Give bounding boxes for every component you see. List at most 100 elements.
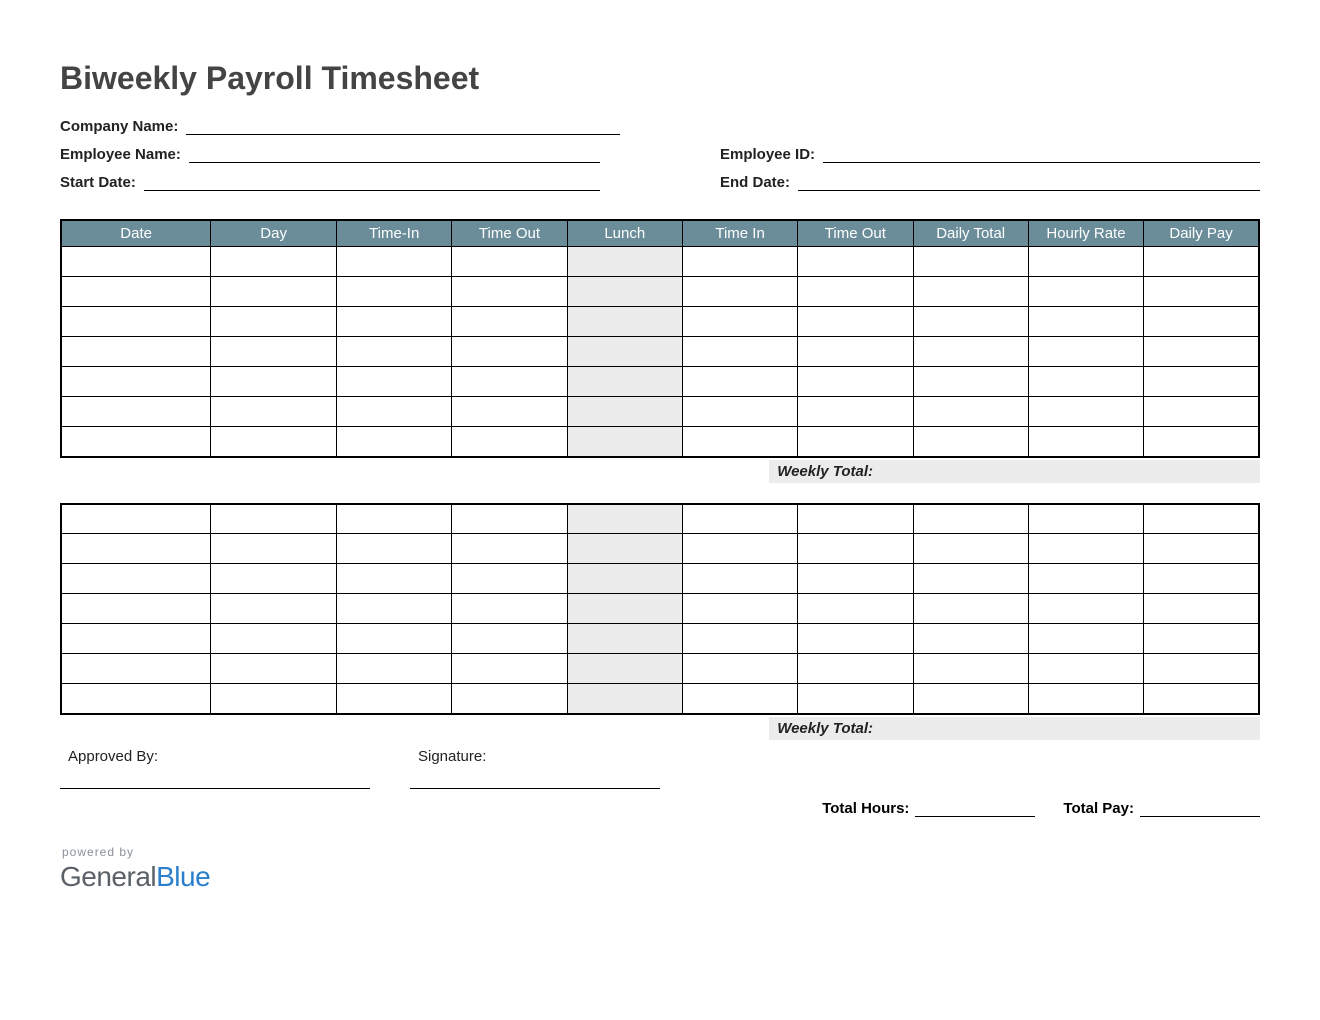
table-cell[interactable] <box>1144 277 1259 307</box>
table-cell[interactable] <box>913 277 1028 307</box>
table-cell[interactable] <box>337 624 452 654</box>
table-cell[interactable] <box>913 307 1028 337</box>
table-cell[interactable] <box>452 367 567 397</box>
table-cell[interactable] <box>337 337 452 367</box>
table-cell[interactable] <box>211 534 337 564</box>
table-cell[interactable] <box>798 247 913 277</box>
table-cell[interactable] <box>452 307 567 337</box>
table-cell[interactable] <box>211 594 337 624</box>
table-cell[interactable] <box>682 624 797 654</box>
table-cell[interactable] <box>1144 397 1259 427</box>
table-cell[interactable] <box>567 247 682 277</box>
table-cell[interactable] <box>913 337 1028 367</box>
table-cell[interactable] <box>913 624 1028 654</box>
table-cell[interactable] <box>567 427 682 457</box>
table-cell[interactable] <box>798 504 913 534</box>
table-cell[interactable] <box>452 337 567 367</box>
table-cell[interactable] <box>337 397 452 427</box>
table-cell[interactable] <box>913 534 1028 564</box>
table-cell[interactable] <box>798 427 913 457</box>
table-cell[interactable] <box>682 534 797 564</box>
table-cell[interactable] <box>567 307 682 337</box>
table-cell[interactable] <box>1144 594 1259 624</box>
total-hours-input[interactable] <box>915 799 1035 817</box>
table-cell[interactable] <box>798 684 913 714</box>
table-cell[interactable] <box>211 654 337 684</box>
table-cell[interactable] <box>682 654 797 684</box>
table-cell[interactable] <box>798 277 913 307</box>
table-cell[interactable] <box>1028 367 1143 397</box>
table-cell[interactable] <box>682 247 797 277</box>
table-cell[interactable] <box>567 534 682 564</box>
table-cell[interactable] <box>682 277 797 307</box>
table-cell[interactable] <box>1028 337 1143 367</box>
table-cell[interactable] <box>913 427 1028 457</box>
table-cell[interactable] <box>913 247 1028 277</box>
table-cell[interactable] <box>682 594 797 624</box>
table-cell[interactable] <box>337 307 452 337</box>
table-cell[interactable] <box>452 277 567 307</box>
table-cell[interactable] <box>913 684 1028 714</box>
table-cell[interactable] <box>337 367 452 397</box>
table-cell[interactable] <box>337 247 452 277</box>
table-cell[interactable] <box>337 504 452 534</box>
table-cell[interactable] <box>337 594 452 624</box>
table-cell[interactable] <box>1028 277 1143 307</box>
table-cell[interactable] <box>682 337 797 367</box>
table-cell[interactable] <box>61 684 211 714</box>
table-cell[interactable] <box>567 654 682 684</box>
table-cell[interactable] <box>337 654 452 684</box>
table-cell[interactable] <box>61 427 211 457</box>
table-cell[interactable] <box>1144 427 1259 457</box>
table-cell[interactable] <box>567 397 682 427</box>
table-cell[interactable] <box>1028 427 1143 457</box>
table-cell[interactable] <box>337 534 452 564</box>
employee-name-input[interactable] <box>189 143 600 163</box>
table-cell[interactable] <box>913 397 1028 427</box>
table-cell[interactable] <box>61 594 211 624</box>
table-cell[interactable] <box>1028 654 1143 684</box>
table-cell[interactable] <box>567 624 682 654</box>
table-cell[interactable] <box>798 337 913 367</box>
table-cell[interactable] <box>61 247 211 277</box>
table-cell[interactable] <box>61 624 211 654</box>
table-cell[interactable] <box>452 684 567 714</box>
table-cell[interactable] <box>1028 504 1143 534</box>
table-cell[interactable] <box>337 427 452 457</box>
table-cell[interactable] <box>1028 594 1143 624</box>
table-cell[interactable] <box>337 277 452 307</box>
table-cell[interactable] <box>567 337 682 367</box>
table-cell[interactable] <box>61 277 211 307</box>
total-pay-input[interactable] <box>1140 799 1260 817</box>
table-cell[interactable] <box>211 367 337 397</box>
table-cell[interactable] <box>211 337 337 367</box>
table-cell[interactable] <box>913 654 1028 684</box>
table-cell[interactable] <box>682 684 797 714</box>
table-cell[interactable] <box>452 594 567 624</box>
table-cell[interactable] <box>798 534 913 564</box>
table-cell[interactable] <box>798 307 913 337</box>
table-cell[interactable] <box>1144 504 1259 534</box>
table-cell[interactable] <box>1028 397 1143 427</box>
table-cell[interactable] <box>798 594 913 624</box>
table-cell[interactable] <box>211 564 337 594</box>
signature-input[interactable] <box>410 771 660 789</box>
table-cell[interactable] <box>1144 534 1259 564</box>
table-cell[interactable] <box>61 564 211 594</box>
table-cell[interactable] <box>1144 564 1259 594</box>
table-cell[interactable] <box>211 307 337 337</box>
table-cell[interactable] <box>567 277 682 307</box>
table-cell[interactable] <box>682 307 797 337</box>
approved-by-input[interactable] <box>60 771 370 789</box>
table-cell[interactable] <box>1144 684 1259 714</box>
table-cell[interactable] <box>567 367 682 397</box>
table-cell[interactable] <box>337 564 452 594</box>
table-cell[interactable] <box>1028 307 1143 337</box>
table-cell[interactable] <box>211 427 337 457</box>
table-cell[interactable] <box>682 504 797 534</box>
table-cell[interactable] <box>1028 247 1143 277</box>
table-cell[interactable] <box>211 277 337 307</box>
table-cell[interactable] <box>798 624 913 654</box>
table-cell[interactable] <box>913 594 1028 624</box>
table-cell[interactable] <box>798 654 913 684</box>
